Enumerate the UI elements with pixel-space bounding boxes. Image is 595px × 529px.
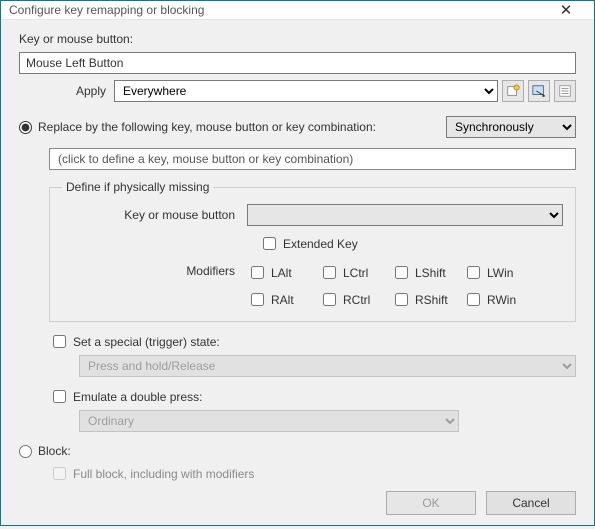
list-icon[interactable] <box>554 80 576 102</box>
km-label: Key or mouse button <box>62 208 247 222</box>
replace-radio[interactable] <box>19 121 32 134</box>
mod-ralt[interactable]: RAlt <box>247 290 317 309</box>
full-block-checkbox <box>53 467 66 480</box>
physically-missing-group: Define if physically missing Key or mous… <box>49 180 576 322</box>
key-input[interactable]: Mouse Left Button <box>19 52 576 74</box>
mod-lshift[interactable]: LShift <box>391 263 461 282</box>
group-legend: Define if physically missing <box>62 180 213 194</box>
mod-rshift[interactable]: RShift <box>391 290 461 309</box>
double-select: Ordinary <box>79 410 459 432</box>
double-checkbox[interactable] <box>53 390 66 403</box>
close-icon[interactable]: ✕ <box>546 1 586 19</box>
apply-select[interactable]: Everywhere <box>114 80 498 102</box>
pick-window-icon[interactable] <box>528 80 550 102</box>
titlebar: Configure key remapping or blocking ✕ <box>1 1 594 20</box>
sync-select[interactable]: Synchronously <box>446 116 576 138</box>
full-block-label: Full block, including with modifiers <box>73 467 254 481</box>
ok-button: OK <box>386 491 476 515</box>
km-select[interactable] <box>247 204 563 226</box>
content: Key or mouse button: Mouse Left Button A… <box>1 20 594 529</box>
extended-key-label: Extended Key <box>283 237 358 251</box>
modifiers-label: Modifiers <box>62 263 247 309</box>
trigger-checkbox[interactable] <box>53 335 66 348</box>
mod-rwin[interactable]: RWin <box>463 290 533 309</box>
extended-key-checkbox[interactable] <box>263 237 276 250</box>
block-label: Block: <box>38 444 71 458</box>
apply-label: Apply <box>19 84 114 98</box>
block-radio[interactable] <box>19 445 32 458</box>
mod-lalt[interactable]: LAlt <box>247 263 317 282</box>
cancel-button[interactable]: Cancel <box>486 491 576 515</box>
trigger-label: Set a special (trigger) state: <box>73 335 220 349</box>
double-label: Emulate a double press: <box>73 390 202 404</box>
window-title: Configure key remapping or blocking <box>9 3 546 17</box>
replace-label: Replace by the following key, mouse butt… <box>38 120 430 134</box>
mod-rctrl[interactable]: RCtrl <box>319 290 389 309</box>
key-label: Key or mouse button: <box>19 32 133 46</box>
mod-lwin[interactable]: LWin <box>463 263 533 282</box>
define-combo-input[interactable]: (click to define a key, mouse button or … <box>49 148 576 170</box>
new-target-icon[interactable] <box>502 80 524 102</box>
trigger-select: Press and hold/Release <box>79 355 576 377</box>
mod-lctrl[interactable]: LCtrl <box>319 263 389 282</box>
